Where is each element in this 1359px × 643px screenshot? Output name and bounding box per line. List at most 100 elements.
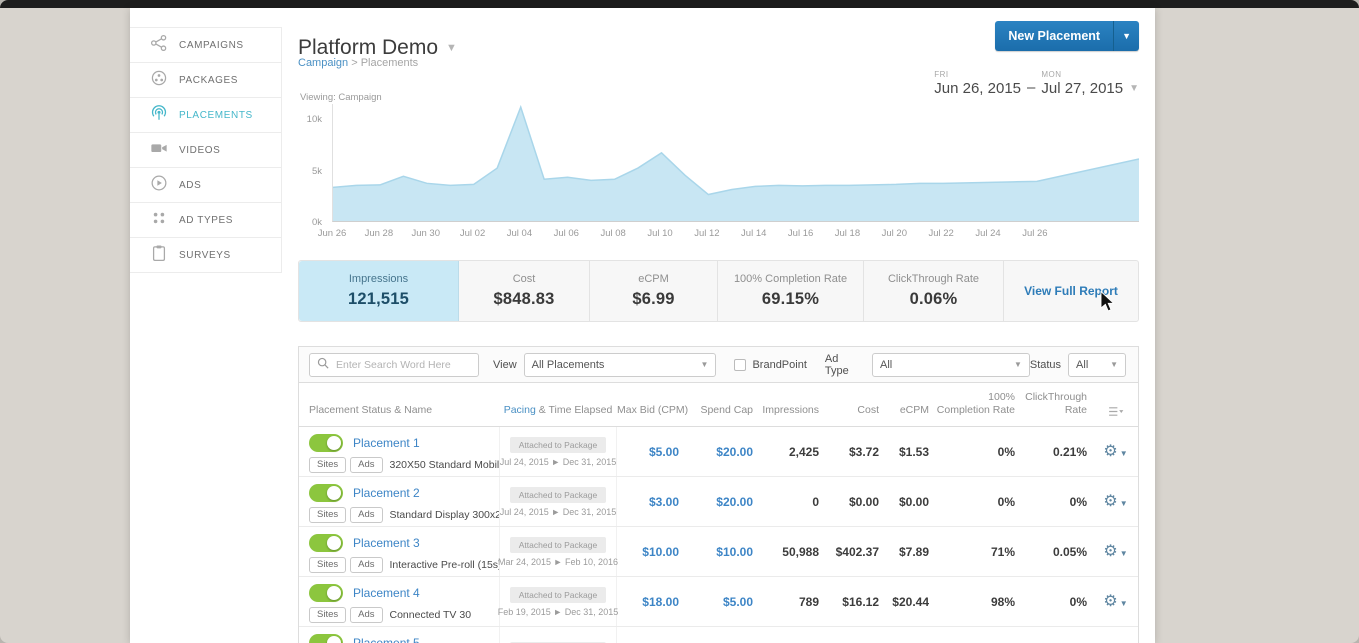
sidebar-item-campaigns[interactable]: CAMPAIGNS [130,28,281,63]
x-axis-label: Jul 16 [781,228,821,239]
max-bid-value[interactable]: $18.00 [617,577,685,626]
placement-name-cell: Placement 5 Sites Ads [299,627,499,643]
impressions-value: 2,031 [759,627,825,643]
new-placement-chevron-down-icon[interactable]: ▼ [1113,21,1139,51]
ads-icon [150,174,168,197]
spend-cap-value[interactable]: $20.00 [685,427,759,476]
placements-table-card: View All Placements ▼ BrandPoint Ad Type… [298,346,1139,643]
pacing-cell: Attached to Package Jul 24, 2015 ► Dec 3… [499,477,617,526]
date-range-chevron-down-icon[interactable]: ▼ [1129,83,1139,97]
placement-link[interactable]: Placement 1 [353,436,420,450]
metric-value: 0.06% [910,290,958,309]
sites-button[interactable]: Sites [309,457,346,473]
row-settings-button[interactable]: ⚙ ▼ [1093,477,1138,526]
metric-value: $848.83 [493,290,554,309]
metrics-bar: Impressions 121,515 Cost $848.83 eCPM $6… [298,260,1139,322]
attached-to-package-badge: Attached to Package [510,537,606,553]
chevron-down-icon: ▼ [1014,360,1022,369]
sites-button[interactable]: Sites [309,557,346,573]
row-settings-button[interactable]: ⚙ ▼ [1093,627,1138,643]
sidebar-item-ad-types[interactable]: AD TYPES [130,203,281,238]
row-settings-button[interactable]: ⚙ ▼ [1093,527,1138,576]
metric-card-impressions[interactable]: Impressions 121,515 [299,261,459,321]
placement-link[interactable]: Placement 4 [353,586,420,600]
sidebar-item-label: SURVEYS [179,250,231,261]
status-select[interactable]: All ▼ [1068,353,1126,377]
spend-cap-value[interactable]: $20.00 [685,477,759,526]
header-ctr: ClickThrough Rate [1021,391,1093,426]
max-bid-value[interactable]: $5.00 [617,427,685,476]
x-axis-label: Jul 26 [1015,228,1055,239]
placement-link[interactable]: Placement 5 [353,636,420,643]
x-axis-label: Jun 28 [359,228,399,239]
metric-card-clickthrough-rate[interactable]: ClickThrough Rate 0.06% [864,261,1004,321]
pacing-cell: Attached to Package Jul 24, 2015 ► Dec 3… [499,427,617,476]
sidebar-item-packages[interactable]: PACKAGES [130,63,281,98]
spend-cap-value[interactable]: $20.00 [685,627,759,643]
toggle-knob [327,436,341,450]
new-placement-button[interactable]: New Placement ▼ [995,21,1139,51]
x-axis-label: Jul 22 [921,228,961,239]
ads-button[interactable]: Ads [350,557,382,573]
ecpm-value: $1.53 [885,427,935,476]
table-row-2: Placement 2 Sites Ads Standard Display 3… [299,477,1138,527]
sidebar-item-videos[interactable]: VIDEOS [130,133,281,168]
sites-button[interactable]: Sites [309,507,346,523]
view-full-report-link[interactable]: View Full Report [1024,284,1118,298]
status-toggle[interactable] [309,584,343,602]
gear-icon: ⚙ [1103,544,1117,560]
impressions-value: 2,425 [759,427,825,476]
view-select[interactable]: All Placements ▼ [524,353,717,377]
brandpoint-checkbox[interactable] [734,359,746,371]
flight-dates: Feb 19, 2015 ► Dec 31, 2015 [498,607,619,617]
spend-cap-value[interactable]: $10.00 [685,527,759,576]
status-toggle[interactable] [309,534,343,552]
header-cost: Cost [825,404,885,426]
header-pacing: Pacing & Time Elapsed [499,404,617,426]
ads-button[interactable]: Ads [350,457,382,473]
metric-card-ecpm[interactable]: eCPM $6.99 [590,261,718,321]
row-settings-button[interactable]: ⚙ ▼ [1093,577,1138,626]
metric-label: Cost [513,273,536,285]
ctr-value: 0.27% [1021,627,1093,643]
spend-cap-value[interactable]: $5.00 [685,577,759,626]
placement-link[interactable]: Placement 2 [353,486,420,500]
cost-value: $16.12 [825,577,885,626]
ad-type-label: Ad Type [825,353,865,377]
metric-value: 69.15% [762,290,819,309]
max-bid-value[interactable]: $10.00 [617,627,685,643]
x-axis-label: Jul 08 [593,228,633,239]
new-placement-label[interactable]: New Placement [995,21,1113,51]
ecpm-value: $10.36 [885,627,935,643]
x-axis-label: Jul 24 [968,228,1008,239]
sidebar-item-ads[interactable]: ADS [130,168,281,203]
ad-type-select[interactable]: All ▼ [872,353,1030,377]
sites-button[interactable]: Sites [309,607,346,623]
max-bid-value[interactable]: $10.00 [617,527,685,576]
search-input[interactable] [334,358,471,372]
placement-link[interactable]: Placement 3 [353,536,420,550]
video-chrome-bar [0,0,1359,8]
row-settings-button[interactable]: ⚙ ▼ [1093,427,1138,476]
column-settings-icon[interactable] [1093,406,1138,426]
pacing-cell: Attached to Package [499,627,617,643]
status-toggle[interactable] [309,484,343,502]
status-toggle[interactable] [309,634,343,643]
title-chevron-down-icon[interactable]: ▼ [446,42,457,54]
date-range-picker[interactable]: FRI Jun 26, 2015 – MON Jul 27, 2015 ▼ [934,70,1139,97]
gear-icon: ⚙ [1103,594,1117,610]
campaigns-icon [150,34,168,57]
metric-card-100-completion-rate[interactable]: 100% Completion Rate 69.15% [718,261,864,321]
sidebar-items: CAMPAIGNS PACKAGES PLACEMENTS VIDEOS ADS [130,27,282,273]
metric-card-cost[interactable]: Cost $848.83 [459,261,590,321]
max-bid-value[interactable]: $3.00 [617,477,685,526]
x-axis-label: Jul 10 [640,228,680,239]
status-toggle[interactable] [309,434,343,452]
search-box[interactable] [309,353,479,377]
ecpm-value: $7.89 [885,527,935,576]
sidebar-item-surveys[interactable]: SURVEYS [130,238,281,273]
ads-button[interactable]: Ads [350,507,382,523]
ads-button[interactable]: Ads [350,607,382,623]
breadcrumb-campaign-link[interactable]: Campaign [298,57,348,69]
sidebar-item-placements[interactable]: PLACEMENTS [130,98,281,133]
